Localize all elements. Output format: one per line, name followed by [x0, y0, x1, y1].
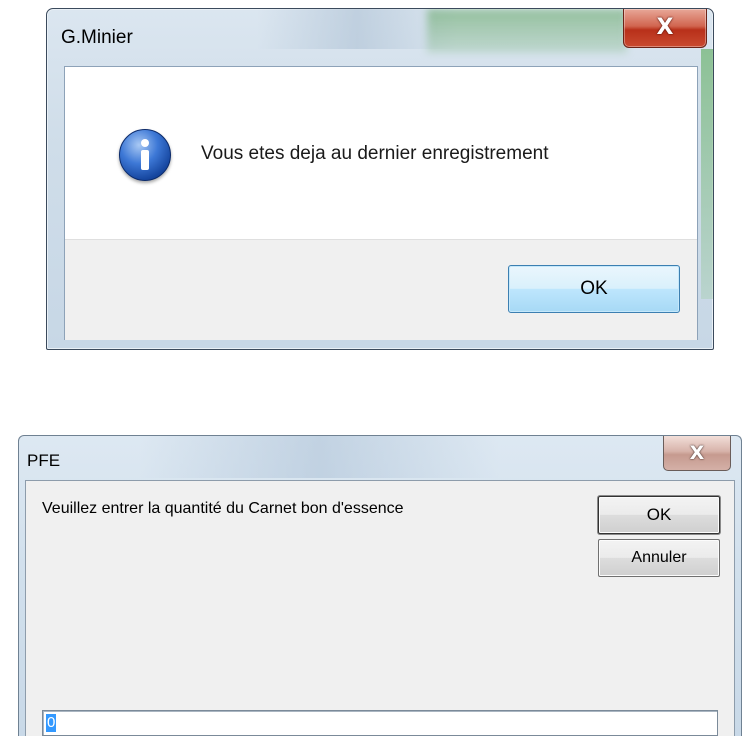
- info-icon: [119, 129, 171, 181]
- close-icon: X: [689, 441, 705, 464]
- info-icon-bar: [141, 150, 149, 170]
- background-blur: [701, 49, 713, 299]
- close-button[interactable]: X: [623, 9, 707, 48]
- background-blur: [139, 436, 499, 478]
- message-area: Vous etes deja au dernier enregistrement: [65, 67, 697, 239]
- ok-button[interactable]: OK: [508, 265, 680, 313]
- message-dialog: G.Minier X Vous etes deja au dernier enr…: [46, 8, 714, 350]
- dialog-body: Vous etes deja au dernier enregistrement…: [64, 66, 698, 340]
- selected-input-text: 0: [46, 714, 57, 732]
- close-button[interactable]: X: [663, 436, 731, 471]
- dialog-body: Veuillez entrer la quantité du Carnet bo…: [25, 480, 735, 736]
- dialog-title: G.Minier: [61, 27, 133, 48]
- info-icon-dot: [141, 139, 149, 147]
- ok-button[interactable]: OK: [598, 496, 720, 534]
- close-icon: X: [656, 15, 674, 40]
- prompt-text: Veuillez entrer la quantité du Carnet bo…: [42, 500, 404, 517]
- quantity-input[interactable]: 0: [42, 710, 718, 736]
- background-blur: [427, 9, 627, 53]
- message-text: Vous etes deja au dernier enregistrement: [201, 143, 549, 164]
- input-dialog: PFE X Veuillez entrer la quantité du Car…: [18, 435, 742, 736]
- cancel-button[interactable]: Annuler: [598, 539, 720, 577]
- button-area: OK: [65, 239, 697, 340]
- dialog-title: PFE: [27, 451, 61, 470]
